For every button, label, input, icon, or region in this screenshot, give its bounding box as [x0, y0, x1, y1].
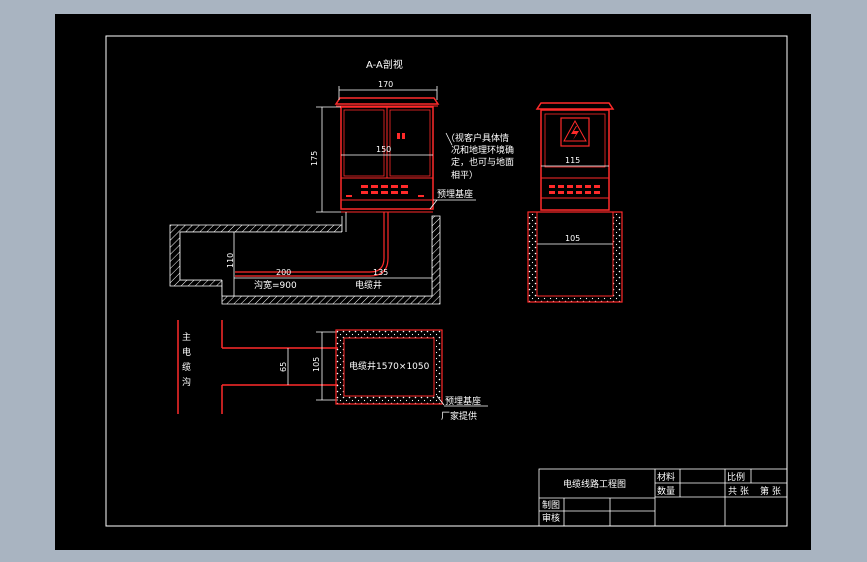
dim-105-front: 105 — [565, 234, 580, 243]
cable-well-label: 电缆井 — [355, 279, 382, 291]
plan-embedded-base: 预埋基座 — [445, 395, 481, 407]
door-handle — [397, 133, 400, 139]
plan-supplied-by: 厂家提供 — [441, 410, 477, 422]
material-label: 材料 — [657, 471, 675, 483]
dim-110: 110 — [226, 253, 235, 268]
main-trench-char-3: 缆 — [182, 361, 191, 373]
dim-175: 175 — [310, 151, 319, 166]
dim-115: 115 — [565, 156, 580, 165]
plan-view: 主 电 缆 沟 65 105 电缆井1570×1050 预埋基座 厂家提供 — [177, 320, 488, 422]
scale-label: 比例 — [727, 471, 745, 483]
front-cabinet-roof — [535, 102, 615, 110]
quantity-label: 数量 — [657, 485, 675, 497]
main-trench-char-1: 主 — [182, 331, 191, 343]
front-pit — [527, 211, 623, 303]
drawn-by-label: 制图 — [542, 499, 560, 511]
dim-200: 200 — [276, 268, 291, 277]
dim-65: 65 — [279, 362, 288, 372]
note-line-2: 况和地理环境确 — [451, 144, 514, 156]
section-view: A-A剖视 170 150 175 （视客户具体情 况和地理环境确 定，也可与地… — [169, 58, 514, 305]
note-line-4: 相平） — [451, 169, 478, 181]
main-trench-char-4: 沟 — [182, 376, 191, 388]
section-title: A-A剖视 — [366, 58, 403, 71]
dim-170: 170 — [378, 80, 393, 89]
dim-105-plan: 105 — [312, 357, 321, 372]
note-line-3: 定，也可与地面 — [451, 156, 514, 168]
vent-slots — [346, 185, 424, 197]
dim-135: 135 — [373, 268, 388, 277]
checked-by-label: 审核 — [542, 512, 560, 524]
high-voltage-icon — [560, 117, 590, 147]
drawing-title: 电缆线路工程图 — [563, 478, 626, 490]
cabinet-roof — [334, 97, 440, 105]
sheet-number-label: 第 张 — [760, 485, 781, 497]
note-line-1: （视客户具体情 — [446, 132, 509, 144]
main-trench-char-2: 电 — [182, 346, 191, 358]
dim-150: 150 — [376, 145, 391, 154]
total-sheets-label: 共 张 — [728, 486, 749, 497]
embedded-base-label: 预埋基座 — [437, 188, 473, 200]
cad-drawing: A-A剖视 170 150 175 （视客户具体情 况和地理环境确 定，也可与地… — [105, 35, 788, 527]
front-view: 115 105 — [527, 102, 623, 303]
trench-width-label: 沟宽=900 — [254, 279, 297, 291]
plan-well-label: 电缆井1570×1050 — [349, 360, 430, 372]
front-vent-slots — [549, 185, 600, 194]
